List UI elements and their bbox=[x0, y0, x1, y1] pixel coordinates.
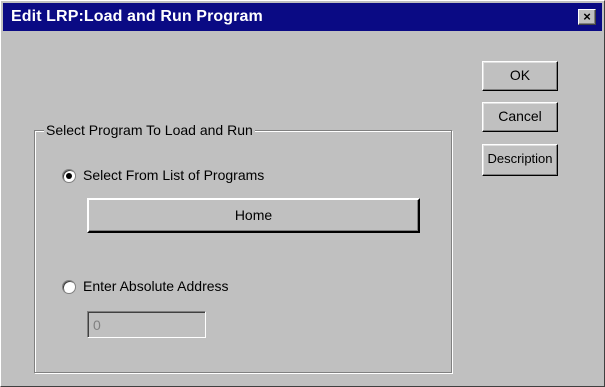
select-from-list-label[interactable]: Select From List of Programs bbox=[83, 167, 264, 183]
dialog-window: Edit LRP:Load and Run Program × OK Cance… bbox=[0, 0, 605, 387]
program-select-button[interactable]: Home bbox=[87, 198, 420, 233]
ok-button[interactable]: OK bbox=[482, 61, 558, 91]
enter-absolute-address-label[interactable]: Enter Absolute Address bbox=[83, 278, 229, 294]
title-bar[interactable]: Edit LRP:Load and Run Program × bbox=[3, 3, 602, 31]
radio-selected-dot bbox=[66, 173, 72, 179]
select-from-list-radio[interactable] bbox=[62, 169, 76, 183]
cancel-button[interactable]: Cancel bbox=[482, 102, 558, 132]
absolute-address-input[interactable] bbox=[87, 311, 206, 338]
group-legend: Select Program To Load and Run bbox=[44, 122, 255, 138]
description-button[interactable]: Description bbox=[482, 144, 558, 176]
close-icon: × bbox=[583, 9, 591, 24]
window-title: Edit LRP:Load and Run Program bbox=[11, 8, 263, 25]
enter-absolute-address-radio[interactable] bbox=[62, 280, 76, 294]
close-button[interactable]: × bbox=[578, 9, 596, 25]
